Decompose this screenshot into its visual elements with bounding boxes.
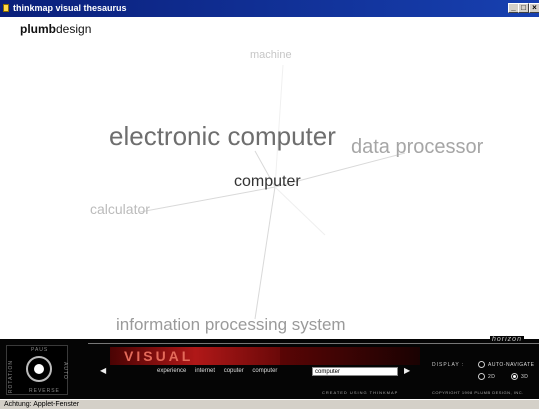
- window-titlebar[interactable]: thinkmap visual thesaurus _ □ ×: [0, 0, 539, 17]
- word-node-electronic-computer[interactable]: electronic computer: [109, 121, 336, 152]
- history-trail: experience internet coputer computer: [157, 368, 284, 374]
- dial-label-top: PAUS: [31, 347, 49, 353]
- word-node-computer-center[interactable]: computer: [234, 173, 301, 191]
- credits-text: CREATED USING THINKMAP: [322, 390, 399, 395]
- control-panel: horizon PAUS REVERSE ROTATION AUTO VISUA…: [0, 336, 539, 399]
- word-node-machine[interactable]: machine: [250, 49, 292, 61]
- app-icon: [3, 4, 9, 12]
- dial-label-right: AUTO: [62, 362, 68, 380]
- display-2d-label: 2D: [488, 374, 496, 380]
- close-button[interactable]: ×: [529, 3, 539, 13]
- history-item[interactable]: internet: [195, 368, 215, 374]
- display-3d-label: 3D: [521, 374, 529, 380]
- display-2d-radio[interactable]: [478, 373, 485, 380]
- status-bar: Achtung: Applet-Fenster: [0, 399, 539, 409]
- history-item[interactable]: coputer: [224, 368, 244, 374]
- logo-glow: [280, 347, 420, 365]
- word-node-data-processor[interactable]: data processor: [351, 136, 483, 159]
- display-label: DISPLAY :: [432, 362, 465, 368]
- display-3d-radio[interactable]: [511, 373, 518, 380]
- word-node-calculator[interactable]: calculator: [90, 201, 150, 217]
- back-arrow-icon[interactable]: ◀: [100, 366, 106, 375]
- dial-label-bottom: REVERSE: [29, 388, 60, 394]
- link-info-processing: [254, 186, 276, 320]
- word-search-input[interactable]: [312, 367, 398, 376]
- visual-thesaurus-logo: VISUAL THESAURUS: [110, 347, 300, 365]
- copyright-text: COPYRIGHT 1998 PLUMB DESIGN, INC.: [432, 390, 524, 395]
- maximize-button[interactable]: □: [518, 3, 529, 13]
- word-node-information-processing-system[interactable]: information processing system: [116, 315, 346, 335]
- history-item[interactable]: experience: [157, 368, 186, 374]
- auto-navigate-radio[interactable]: [478, 361, 485, 368]
- navigation-dial[interactable]: PAUS REVERSE ROTATION AUTO: [6, 345, 68, 395]
- horizon-divider: [88, 343, 539, 344]
- dial-label-left: ROTATION: [8, 360, 14, 394]
- thesaurus-canvas[interactable]: machine electronic computer data process…: [0, 17, 539, 339]
- link-ghost: [274, 186, 326, 236]
- forward-arrow-icon[interactable]: ▶: [404, 366, 410, 375]
- dial-ring-icon[interactable]: [26, 356, 52, 382]
- window-title: thinkmap visual thesaurus: [13, 3, 127, 13]
- horizon-label: horizon: [490, 336, 524, 343]
- dial-knob-icon[interactable]: [34, 364, 44, 374]
- auto-navigate-label: AUTO-NAVIGATE: [488, 362, 535, 368]
- history-item[interactable]: computer: [252, 368, 277, 374]
